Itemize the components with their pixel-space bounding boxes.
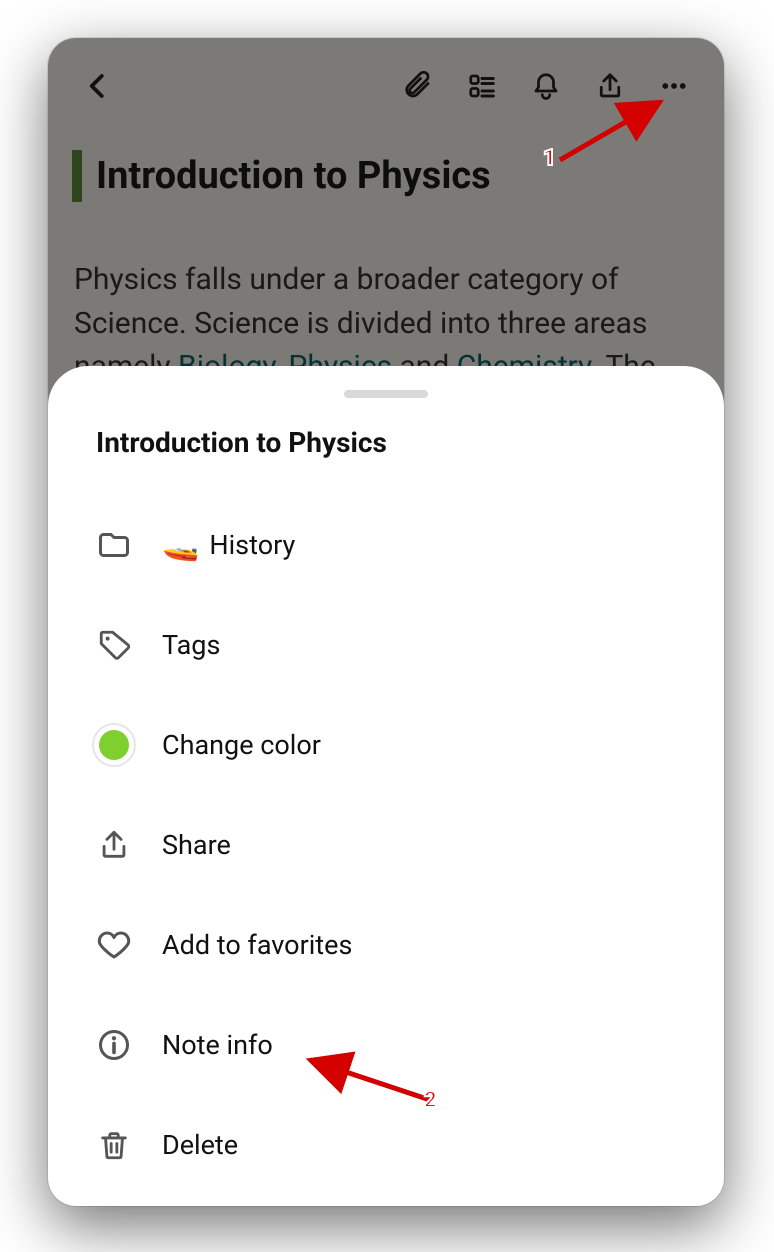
- menu-item-share[interactable]: Share: [92, 795, 676, 895]
- menu-label-tags: Tags: [162, 629, 220, 661]
- sheet-title: Introduction to Physics: [96, 426, 676, 459]
- menu-label-info: Note info: [162, 1029, 273, 1061]
- share-icon: [92, 823, 136, 867]
- trash-icon: [92, 1123, 136, 1167]
- annotation-step-1: 1: [543, 146, 556, 171]
- info-icon: [92, 1023, 136, 1067]
- bottom-sheet: Introduction to Physics 🚤 History Tags: [48, 366, 724, 1206]
- color-dot: [99, 730, 129, 760]
- tag-icon: [92, 623, 136, 667]
- menu-label-delete: Delete: [162, 1129, 238, 1161]
- menu-label-share: Share: [162, 829, 231, 861]
- folder-icon: [92, 523, 136, 567]
- sheet-grabber[interactable]: [344, 390, 428, 398]
- menu-item-delete[interactable]: Delete: [92, 1095, 676, 1195]
- device-frame: Introduction to Physics Physics falls un…: [48, 38, 724, 1206]
- menu-label-color: Change color: [162, 729, 321, 761]
- menu-label-favorite: Add to favorites: [162, 929, 352, 961]
- color-swatch-icon: [92, 723, 136, 767]
- annotation-step-2: 2: [424, 1088, 437, 1113]
- menu-label-folder: History: [209, 529, 295, 561]
- menu-item-change-color[interactable]: Change color: [92, 695, 676, 795]
- folder-emoji: 🚤: [162, 528, 199, 563]
- heart-icon: [92, 923, 136, 967]
- menu-item-note-info[interactable]: Note info: [92, 995, 676, 1095]
- menu-item-tags[interactable]: Tags: [92, 595, 676, 695]
- menu-item-folder[interactable]: 🚤 History: [92, 495, 676, 595]
- sheet-menu: 🚤 History Tags Change color: [92, 495, 676, 1195]
- menu-item-add-favorite[interactable]: Add to favorites: [92, 895, 676, 995]
